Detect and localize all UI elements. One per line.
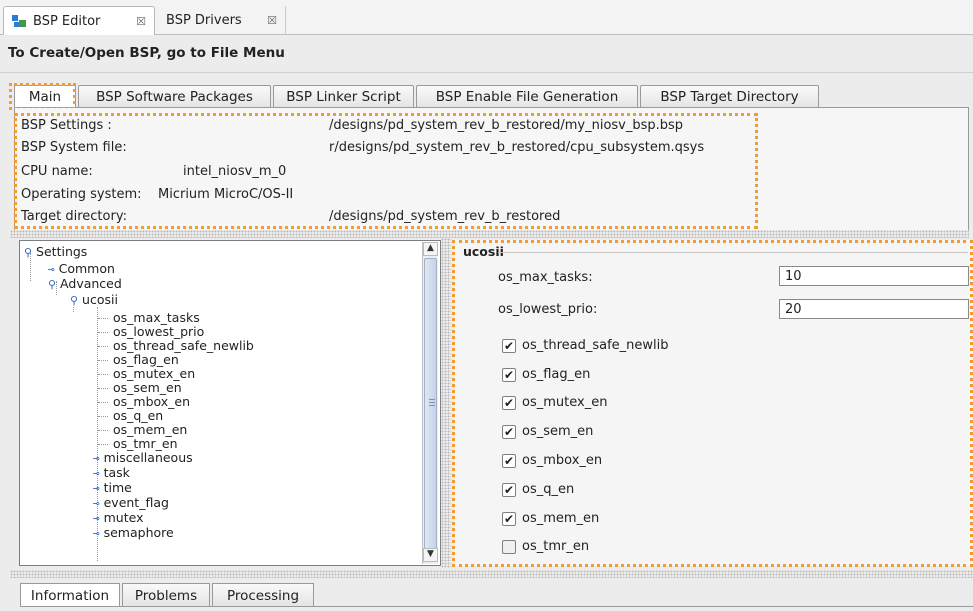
scroll-thumb[interactable] xyxy=(424,258,437,549)
tree-key-icon: ⊸ xyxy=(93,452,100,465)
tree-node-settings[interactable]: ⚲ Settings xyxy=(24,245,87,260)
tree-node-miscellaneous[interactable]: ⊸ miscellaneous xyxy=(93,451,193,466)
tree-leaf-os-lowest-prio[interactable]: os_lowest_prio xyxy=(113,325,204,339)
divider xyxy=(0,72,973,73)
tree-node-time[interactable]: ⊸ time xyxy=(93,481,132,496)
close-icon[interactable]: ☒ xyxy=(267,14,277,27)
tree-guide xyxy=(98,402,108,403)
tree-node-common[interactable]: ⊸ Common xyxy=(48,262,115,277)
tree-guide xyxy=(98,430,108,431)
tree-key-icon: ⊸ xyxy=(93,497,100,510)
tree-node-semaphore[interactable]: ⊸ semaphore xyxy=(93,526,174,541)
tree-guide xyxy=(98,416,108,417)
tab-processing[interactable]: Processing xyxy=(212,583,314,607)
tree-node-mutex[interactable]: ⊸ mutex xyxy=(93,511,143,526)
tree-leaf-os-flag-en[interactable]: os_flag_en xyxy=(113,353,179,367)
tree-leaf-os-mbox-en[interactable]: os_mbox_en xyxy=(113,395,190,409)
tree-guide xyxy=(98,318,108,319)
tree-key-icon: ⚲ xyxy=(70,294,79,307)
settings-tree: ⚲ Settings ⊸ Common ⚲ Advanced ⚲ ucosii … xyxy=(19,240,441,566)
page-heading: To Create/Open BSP, go to File Menu xyxy=(8,45,285,61)
bsp-editor-icon xyxy=(12,14,27,28)
tree-node-label: task xyxy=(103,465,130,480)
tree-key-icon: ⚲ xyxy=(24,246,33,259)
close-icon[interactable]: ☒ xyxy=(136,15,146,28)
tree-guide xyxy=(98,444,108,445)
tree-leaf-os-max-tasks[interactable]: os_max_tasks xyxy=(113,311,200,325)
scroll-up-icon[interactable]: ▲ xyxy=(423,242,438,256)
tree-leaf-os-q-en[interactable]: os_q_en xyxy=(113,409,163,423)
grip-line xyxy=(429,399,435,400)
tree-leaf-os-mem-en[interactable]: os_mem_en xyxy=(113,423,187,437)
sash[interactable] xyxy=(441,238,451,568)
tree-key-icon: ⊸ xyxy=(48,263,55,276)
tree-scrollbar[interactable]: ▲ ▼ xyxy=(422,242,438,564)
tree-node-label: Advanced xyxy=(60,276,122,291)
tree-guide xyxy=(98,332,108,333)
tree-key-icon: ⊸ xyxy=(93,512,100,525)
tab-bsp-drivers[interactable]: BSP Drivers ☒ xyxy=(158,6,286,35)
sash[interactable] xyxy=(10,230,969,238)
tab-bsp-editor-label: BSP Editor xyxy=(33,13,101,29)
tree-key-icon: ⚲ xyxy=(48,278,57,291)
tree-leaf-os-mutex-en[interactable]: os_mutex_en xyxy=(113,367,195,381)
grip-line xyxy=(429,402,435,403)
tree-node-task[interactable]: ⊸ task xyxy=(93,466,130,481)
editor-tab-bar: BSP Editor ☒ BSP Drivers ☒ xyxy=(0,0,973,35)
tree-key-icon: ⊸ xyxy=(93,527,100,540)
tab-problems[interactable]: Problems xyxy=(122,583,210,607)
tree-leaf-os-tmr-en[interactable]: os_tmr_en xyxy=(113,437,178,451)
tree-key-icon: ⊸ xyxy=(93,467,100,480)
tab-bsp-enable-file-generation[interactable]: BSP Enable File Generation xyxy=(416,85,638,108)
tab-bsp-linker-script[interactable]: BSP Linker Script xyxy=(273,85,414,108)
scroll-down-icon[interactable]: ▼ xyxy=(423,548,438,562)
divider xyxy=(20,606,973,607)
tree-node-label: semaphore xyxy=(103,525,174,540)
tree-node-ucosii[interactable]: ucosii xyxy=(82,292,118,307)
sash[interactable] xyxy=(10,570,973,578)
highlight-info-panel xyxy=(14,113,758,229)
tree-node-label: Settings xyxy=(36,244,88,259)
tree-leaf-os-thread-safe-newlib[interactable]: os_thread_safe_newlib xyxy=(113,339,254,353)
tab-bsp-drivers-label: BSP Drivers xyxy=(166,13,242,28)
highlight-settings-panel xyxy=(452,240,973,567)
tree-node-label: mutex xyxy=(103,510,144,525)
highlight-main-tab xyxy=(9,83,76,110)
grip-line xyxy=(429,405,435,406)
tree-leaf-os-sem-en[interactable]: os_sem_en xyxy=(113,381,182,395)
tree-guide xyxy=(98,360,108,361)
tab-bsp-software-packages[interactable]: BSP Software Packages xyxy=(78,85,271,108)
tree-node-label: Common xyxy=(58,261,115,276)
tree-node-label: miscellaneous xyxy=(103,450,193,465)
tab-information[interactable]: Information xyxy=(20,583,120,607)
tree-guide xyxy=(98,374,108,375)
tab-bsp-target-directory[interactable]: BSP Target Directory xyxy=(640,85,819,108)
tree-node-ucosii-row[interactable]: ⚲ ucosii xyxy=(70,293,118,308)
tree-guide xyxy=(98,388,108,389)
tree-key-icon: ⊸ xyxy=(93,482,100,495)
tab-bsp-editor[interactable]: BSP Editor ☒ xyxy=(3,6,155,35)
tree-node-label: event_flag xyxy=(103,495,169,510)
tree-guide xyxy=(98,346,108,347)
tree-node-advanced[interactable]: ⚲ Advanced xyxy=(48,277,122,292)
tree-node-event-flag[interactable]: ⊸ event_flag xyxy=(93,496,169,511)
tree-node-label: time xyxy=(103,480,132,495)
